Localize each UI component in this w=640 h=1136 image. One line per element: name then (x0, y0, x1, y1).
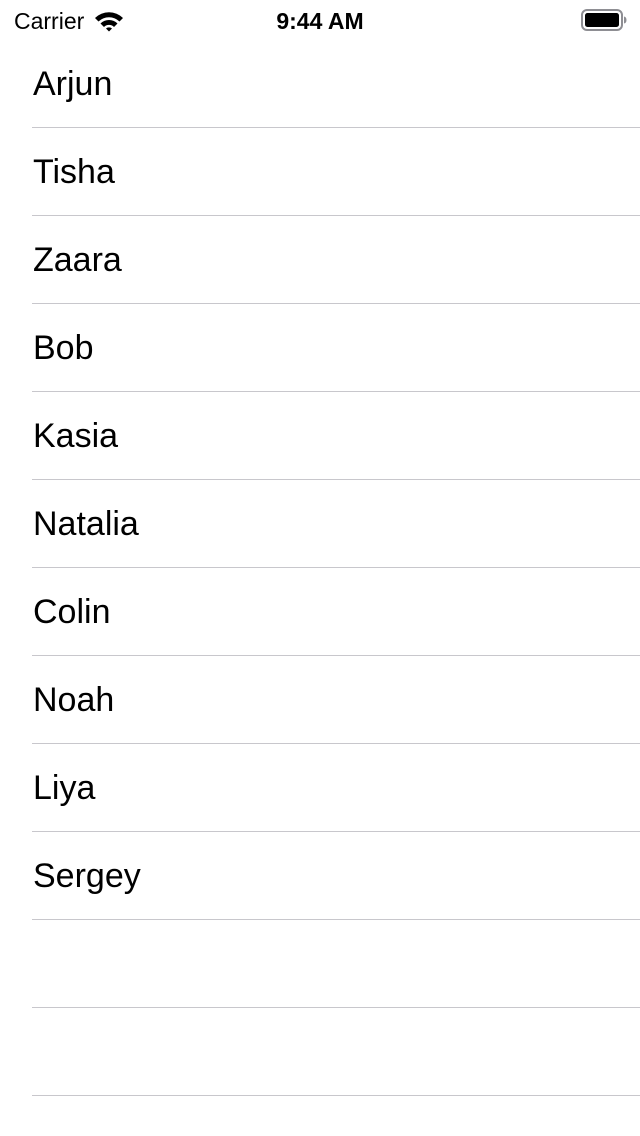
table-row[interactable]: Liya (0, 744, 640, 832)
empty-table-row (0, 920, 640, 1008)
table-row[interactable]: Tisha (0, 128, 640, 216)
row-label: Sergey (33, 857, 141, 895)
status-time: 9:44 AM (276, 8, 364, 34)
table-row[interactable]: Colin (0, 568, 640, 656)
row-label: Tisha (33, 153, 115, 191)
row-label: Noah (33, 681, 115, 719)
table-row[interactable]: Natalia (0, 480, 640, 568)
row-label: Natalia (33, 505, 139, 543)
table-row[interactable]: Arjun (0, 40, 640, 128)
row-label: Bob (33, 329, 94, 367)
row-label: Arjun (33, 65, 113, 103)
table-row[interactable]: Noah (0, 656, 640, 744)
table-row[interactable]: Sergey (0, 832, 640, 920)
table-row[interactable]: Zaara (0, 216, 640, 304)
status-bar: Carrier 9:44 AM (0, 0, 640, 40)
row-label: Zaara (33, 241, 122, 279)
row-label: Kasia (33, 417, 119, 455)
names-table: Arjun Tisha Zaara Bob Kasia Natalia Coli… (0, 40, 640, 1096)
row-label: Liya (33, 769, 96, 807)
battery-icon (581, 9, 627, 31)
table-row[interactable]: Bob (0, 304, 640, 392)
empty-table-row (0, 1008, 640, 1096)
table-row[interactable]: Kasia (0, 392, 640, 480)
row-label: Colin (33, 593, 111, 631)
